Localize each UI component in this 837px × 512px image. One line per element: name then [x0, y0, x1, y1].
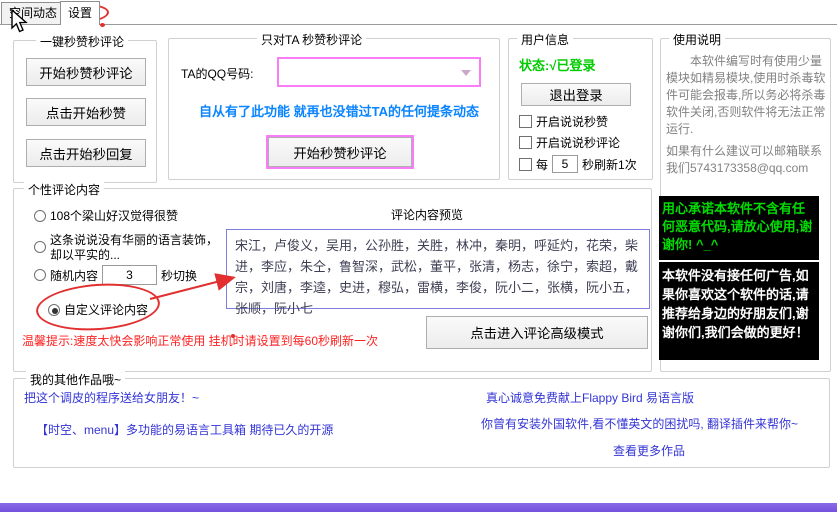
- random-radio-prefix: 随机内容: [50, 268, 99, 283]
- ta-feature-hint: 自从有了此功能 就再也没错过TA的任何提条动态: [199, 104, 479, 119]
- login-status-text: 状态:√已登录: [519, 58, 596, 73]
- tab-settings[interactable]: 设置: [60, 1, 101, 25]
- advanced-mode-button[interactable]: 点击进入评论高级模式: [426, 316, 648, 349]
- plain-words-radio[interactable]: [34, 241, 46, 253]
- custom-comment-radio[interactable]: [48, 303, 60, 316]
- preview-label: 评论内容预览: [391, 208, 464, 222]
- custom-comment-radio-label: 自定义评论内容: [64, 303, 149, 317]
- start-reply-button[interactable]: 点击开始秒回复: [26, 139, 146, 167]
- panel-comment-title: 个性评论内容: [24, 181, 105, 198]
- logout-button[interactable]: 退出登录: [521, 83, 631, 106]
- tab-space-feed[interactable]: 空间动态: [1, 2, 66, 24]
- instant-comment-label: 开启说说秒评论: [536, 136, 621, 150]
- help-paragraph-1: 本软件编写时有使用少量模块如精易模块,使用时杀毒软件可能会报毒,所以务必将杀毒软…: [666, 54, 826, 136]
- checkbox-row-instant-like[interactable]: 开启说说秒赞: [519, 113, 608, 130]
- panel-only-ta: 只对TA 秒赞秒评论 TA的QQ号码: 自从有了此功能 就再也没错过TA的任何提…: [168, 31, 500, 180]
- help-paragraph-2: 如果有什么建议可以邮箱联系我们5743173358@qq.com: [666, 144, 823, 175]
- panel-user-info: 用户信息 状态:√已登录 退出登录 开启说说秒赞 开启说说秒评论 每 5 秒刷新…: [508, 31, 653, 180]
- refresh-label-suffix: 秒刷新1次: [582, 157, 637, 172]
- refresh-checkbox[interactable]: [519, 157, 532, 171]
- panel-other-works-title: 我的其他作品哦~: [26, 371, 126, 388]
- start-like-button[interactable]: 点击开始秒赞: [26, 98, 146, 126]
- panel-one-key-title: 一键秒赞秒评论: [36, 33, 129, 50]
- radio-row-random[interactable]: 随机内容 3 秒切换: [34, 265, 197, 285]
- radio-row-plain-words[interactable]: 这条说说没有华丽的语言装饰，却以平实的...: [34, 233, 220, 263]
- tabstrip-divider: [0, 24, 837, 25]
- random-radio[interactable]: [34, 269, 46, 281]
- speed-warning-text: 温馨提示:速度太快会影响正常使用 挂机时请设置到每60秒刷新一次: [22, 334, 379, 348]
- qq-number-label: TA的QQ号码:: [181, 67, 254, 81]
- qq-number-combobox[interactable]: [277, 57, 481, 87]
- refresh-seconds-field[interactable]: 5: [552, 155, 579, 173]
- panel-help: 使用说明 本软件编写时有使用少量模块如精易模块,使用时杀毒软件可能会报毒,所以务…: [659, 31, 831, 372]
- liangshan-radio[interactable]: [34, 209, 46, 222]
- panel-other-works: 我的其他作品哦~ 把这个调皮的程序送给女朋友！~ 【时空、menu】多功能的易语…: [13, 371, 830, 468]
- panel-user-info-title: 用户信息: [517, 31, 574, 48]
- panel-only-ta-title: 只对TA 秒赞秒评论: [257, 31, 367, 48]
- panel-one-key-actions: 一键秒赞秒评论 开始秒赞秒评论 点击开始秒赞 点击开始秒回复: [13, 33, 157, 183]
- link-naughty-program[interactable]: 把这个调皮的程序送给女朋友！~: [24, 389, 199, 406]
- combobox-dropdown-icon[interactable]: [461, 70, 471, 76]
- instant-like-checkbox[interactable]: [519, 115, 532, 128]
- no-ads-text: 本软件没有接任何广告,如果你喜欢这个软件的话,请推荐给身边的好朋友们,谢谢你们,…: [662, 268, 809, 340]
- comment-preview-box[interactable]: 宋江，卢俊义，吴用，公孙胜，关胜，林冲，秦明，呼延灼，花荣，柴进，李应，朱仝，鲁…: [226, 229, 650, 316]
- promo-black-panel: 用心承诺本软件不含有任何恶意代码,请放心使用,谢谢你! ^_^ 本软件没有接任何…: [659, 196, 819, 360]
- random-seconds-field[interactable]: 3: [102, 265, 158, 285]
- panel-comment-content: 个性评论内容 108个梁山好汉觉得很赞 这条说说没有华丽的语言装饰，却以平实的.…: [13, 181, 652, 372]
- start-ta-like-comment-button[interactable]: 开始秒赞秒评论: [266, 135, 414, 169]
- link-flappy-bird[interactable]: 真心诚意免费献上Flappy Bird 易语言版: [486, 389, 694, 406]
- checkbox-row-refresh[interactable]: 每 5 秒刷新1次: [519, 155, 637, 173]
- link-menu-toolbox[interactable]: 【时空、menu】多功能的易语言工具箱 期待已久的开源: [36, 421, 333, 438]
- random-radio-suffix: 秒切换: [161, 268, 198, 283]
- start-like-comment-button[interactable]: 开始秒赞秒评论: [26, 58, 146, 86]
- link-more-works[interactable]: 查看更多作品: [613, 442, 685, 459]
- liangshan-radio-label: 108个梁山好汉觉得很赞: [50, 209, 179, 223]
- bottom-purple-bar: [0, 503, 837, 512]
- radio-row-liangshan[interactable]: 108个梁山好汉觉得很赞: [34, 207, 178, 224]
- plain-words-radio-label: 这条说说没有华丽的语言装饰，却以平实的...: [50, 233, 219, 262]
- instant-comment-checkbox[interactable]: [519, 136, 532, 149]
- instant-like-label: 开启说说秒赞: [536, 115, 609, 129]
- promise-text: 用心承诺本软件不含有任何恶意代码,请放心使用,谢谢你! ^_^: [659, 196, 819, 262]
- app-window: 空间动态 设置 一键秒赞秒评论 开始秒赞秒评论 点击开始秒赞 点击开始秒回复 只…: [0, 0, 837, 512]
- link-translate-plugin[interactable]: 你曾有安装外国软件,看不懂英文的困扰吗, 翻译插件来帮你~: [481, 415, 798, 432]
- panel-help-title: 使用说明: [669, 31, 726, 48]
- radio-row-custom[interactable]: 自定义评论内容: [48, 301, 148, 318]
- checkbox-row-instant-comment[interactable]: 开启说说秒评论: [519, 134, 620, 151]
- refresh-label-prefix: 每: [536, 157, 549, 172]
